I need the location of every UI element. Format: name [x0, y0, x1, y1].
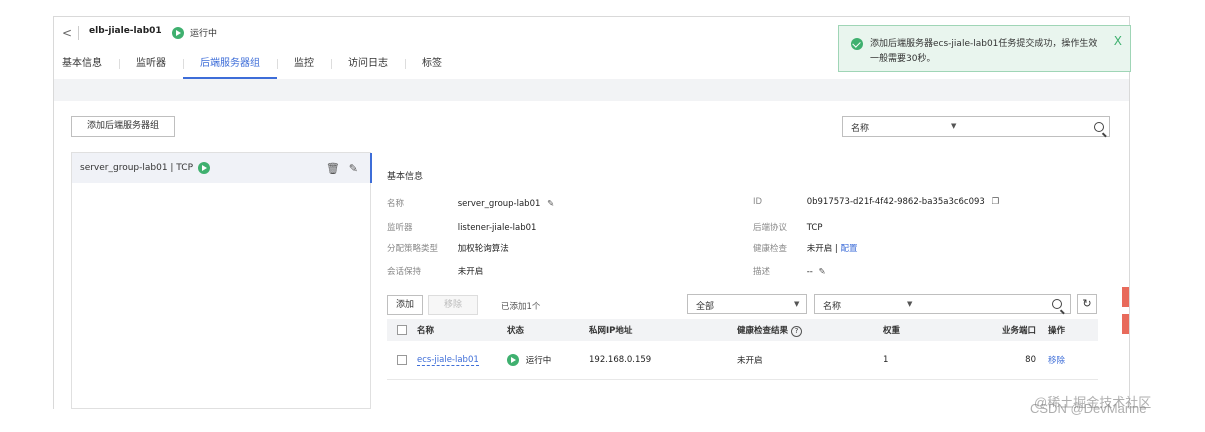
edit-icon[interactable]: ✎: [819, 267, 826, 277]
tab-bar: 基本信息 监听器 后端服务器组 监控 访问日志 标签: [54, 55, 459, 79]
health-value: 未开启 |: [806, 244, 838, 254]
id-field: ID 0b917573-d21f-4f42-9862-ba35a3c6c093 …: [753, 197, 999, 207]
chevron-down-icon: ▼: [907, 300, 913, 308]
edit-icon[interactable]: ✎: [349, 162, 358, 175]
content-panel: 添加后端服务器组 名称 ▼ server_group-lab01 | TCP 🗑…: [54, 101, 1129, 409]
toast-message: 添加后端服务器ecs-jiale-lab01任务提交成功，操作生效一般需要30秒…: [870, 39, 1098, 64]
tab-tags[interactable]: 标签: [405, 55, 459, 79]
table-row: ecs-jiale-lab01 运行中 192.168.0.159 未开启 1 …: [387, 341, 1098, 380]
protocol-field: 后端协议 TCP: [753, 221, 822, 233]
header-bar: < elb-jiale-lab01 运行中 基本信息 监听器 后端服务器组 监控…: [54, 17, 1131, 79]
col-health: 健康检查结果 ?: [737, 319, 883, 341]
remove-member-link[interactable]: 移除: [1048, 356, 1065, 366]
add-member-button[interactable]: 添加: [387, 295, 423, 315]
added-count: 已添加1个: [501, 302, 541, 312]
console-frame: < elb-jiale-lab01 运行中 基本信息 监听器 后端服务器组 监控…: [53, 16, 1131, 409]
id-key: ID: [753, 197, 763, 207]
group-detail: 基本信息 名称 server_group-lab01 ✎ 监听器 listene…: [371, 152, 1131, 409]
member-ip: 192.168.0.159: [589, 341, 737, 380]
watermark: @稀土掘金技术社区 CSDN @DevMarine: [1030, 395, 1152, 416]
description-key: 描述: [753, 267, 771, 277]
tab-access-logs[interactable]: 访问日志: [331, 55, 405, 79]
name-field: 名称 server_group-lab01 ✎: [387, 197, 554, 209]
success-toast: 添加后端服务器ecs-jiale-lab01任务提交成功，操作生效一般需要30秒…: [838, 25, 1131, 72]
member-status: 运行中: [507, 341, 589, 380]
col-status: 状态: [507, 319, 589, 341]
search-icon[interactable]: [1052, 299, 1062, 309]
name-key: 名称: [387, 199, 405, 209]
col-port: 业务端口: [968, 319, 1048, 341]
table-header-row: 名称 状态 私网IP地址 健康检查结果 ? 权重 业务端口 操作: [387, 319, 1098, 341]
close-icon[interactable]: X: [1114, 34, 1122, 48]
group-filter-search[interactable]: 名称 ▼: [842, 116, 1110, 137]
tab-monitoring[interactable]: 监控: [277, 55, 331, 79]
col-ip: 私网IP地址: [589, 319, 737, 341]
session-key: 会话保持: [387, 267, 422, 277]
edit-icon[interactable]: ✎: [547, 199, 554, 209]
page-title: elb-jiale-lab01: [89, 26, 162, 36]
description-value: --: [806, 267, 813, 277]
check-circle-icon: [851, 38, 863, 50]
help-icon[interactable]: ?: [790, 325, 802, 337]
filter-select-label: 名称: [851, 124, 870, 134]
scope-select[interactable]: 全部 ▼: [687, 294, 807, 314]
main-content: 添加后端服务器组 名称 ▼ server_group-lab01 | TCP 🗑…: [54, 93, 1129, 409]
tab-backend-groups[interactable]: 后端服务器组: [183, 55, 277, 79]
listener-link[interactable]: listener-jiale-lab01: [458, 223, 537, 233]
scope-select-label: 全部: [696, 302, 715, 312]
protocol-value: TCP: [806, 223, 823, 233]
member-name-link[interactable]: ecs-jiale-lab01: [417, 354, 479, 366]
member-health: 未开启: [737, 341, 883, 380]
col-action: 操作: [1048, 319, 1098, 341]
member-search[interactable]: 名称 ▼: [814, 294, 1071, 314]
health-field: 健康检查 未开启 | 配置: [753, 242, 858, 254]
listener-key: 监听器: [387, 223, 413, 233]
remove-member-button[interactable]: 移除: [428, 295, 478, 315]
member-port: 80: [968, 341, 1048, 380]
tab-basic-info[interactable]: 基本信息: [54, 55, 119, 79]
tab-listeners[interactable]: 监听器: [119, 55, 183, 79]
session-field: 会话保持 未开启: [387, 265, 483, 277]
member-weight: 1: [883, 341, 968, 380]
section-title: 基本信息: [387, 172, 424, 182]
status-badge: 运行中: [172, 26, 217, 39]
field-select-label: 名称: [823, 302, 842, 312]
chevron-down-icon: ▼: [951, 122, 957, 130]
algorithm-field: 分配策略类型 加权轮询算法: [387, 242, 509, 254]
health-key: 健康检查: [753, 244, 788, 254]
server-group-item[interactable]: server_group-lab01 | TCP 🗑 ✎: [72, 153, 372, 183]
status-text: 运行中: [190, 29, 218, 39]
server-group-label: server_group-lab01 | TCP: [80, 163, 193, 173]
server-group-list: server_group-lab01 | TCP 🗑 ✎: [71, 152, 372, 409]
protocol-key: 后端协议: [753, 223, 788, 233]
listener-field: 监听器 listener-jiale-lab01: [387, 221, 536, 233]
divider-strip: [54, 79, 1129, 93]
algorithm-value: 加权轮询算法: [457, 244, 509, 254]
delete-icon[interactable]: 🗑: [326, 162, 340, 175]
divider: [78, 26, 79, 40]
scroll-marker: [1122, 314, 1129, 334]
chevron-down-icon: ▼: [794, 300, 800, 308]
members-table: 名称 状态 私网IP地址 健康检查结果 ? 权重 业务端口 操作 ecs-jia…: [387, 319, 1098, 380]
row-checkbox[interactable]: [387, 341, 417, 380]
running-icon: [172, 26, 184, 39]
select-all-checkbox[interactable]: [387, 319, 417, 341]
search-icon[interactable]: [1094, 122, 1104, 132]
session-value: 未开启: [457, 267, 484, 277]
go-icon: [198, 162, 210, 174]
copy-icon[interactable]: ❐: [992, 197, 1000, 207]
back-icon[interactable]: <: [62, 26, 72, 40]
id-value: 0b917573-d21f-4f42-9862-ba35a3c6c093: [806, 197, 985, 207]
name-value: server_group-lab01: [457, 199, 541, 209]
configure-link[interactable]: 配置: [840, 244, 857, 254]
algorithm-key: 分配策略类型: [387, 244, 439, 254]
scroll-marker: [1122, 287, 1129, 307]
add-server-group-button[interactable]: 添加后端服务器组: [71, 116, 175, 137]
description-field: 描述 -- ✎: [753, 265, 826, 277]
refresh-icon[interactable]: ↻: [1077, 294, 1097, 314]
col-name: 名称: [417, 319, 507, 341]
running-icon: [507, 354, 519, 366]
col-weight: 权重: [883, 319, 968, 341]
